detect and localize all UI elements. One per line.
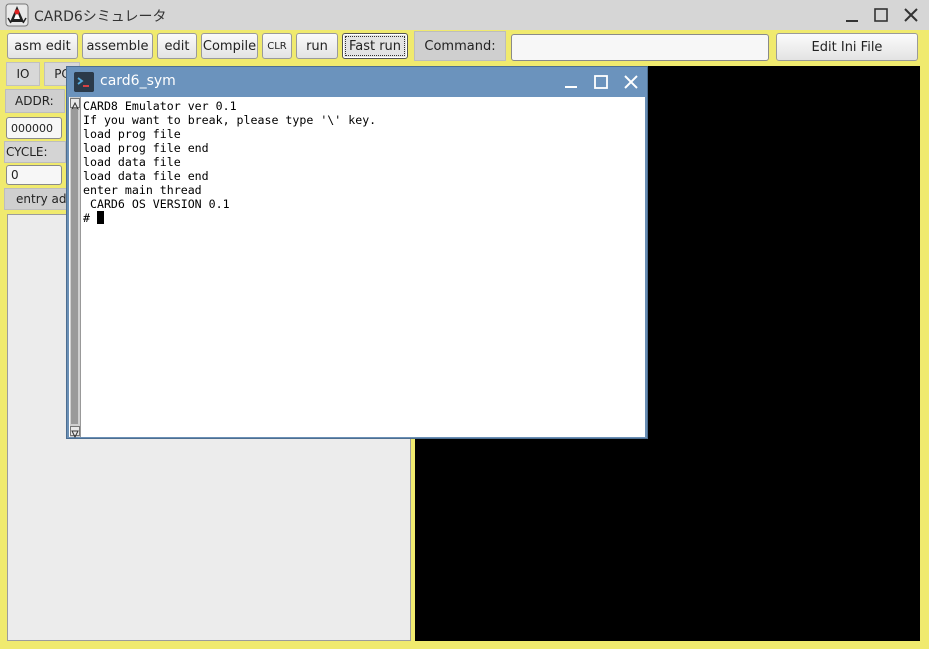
terminal-prompt-line[interactable]: # [83,211,376,225]
terminal-close-icon[interactable] [621,72,641,92]
window-title: CARD6シミュレータ [34,9,167,25]
terminal-window[interactable]: card6_sym CARD8 Emulator ver 0.1 If you w… [66,66,648,439]
scrollbar-thumb[interactable] [71,109,78,424]
assemble-button[interactable]: assemble [82,33,153,59]
command-input[interactable] [511,34,769,61]
scroll-up-icon[interactable] [70,98,80,110]
asm-edit-button[interactable]: asm edit [7,33,78,59]
clr-button[interactable]: CLR [262,33,292,59]
terminal-line: load prog file end [83,141,209,155]
scroll-down-icon[interactable] [70,426,80,439]
terminal-title: card6_sym [100,73,176,89]
terminal-maximize-icon[interactable] [591,72,611,92]
terminal-line: If you want to break, please type '\' ke… [83,113,377,127]
java-duke-icon [5,3,29,27]
terminal-line: load prog file [83,127,181,141]
compile-button[interactable]: Compile [201,33,258,59]
terminal-body[interactable]: CARD8 Emulator ver 0.1 If you want to bre… [69,97,645,439]
terminal-minimize-icon[interactable] [561,72,581,92]
terminal-line: CARD6 OS VERSION 0.1 [83,197,230,211]
text-cursor [96,211,104,224]
terminal-scrollbar[interactable] [70,97,81,439]
terminal-line: enter main thread [83,183,202,197]
entry-address-label: entry ad [4,188,68,210]
cycle-field[interactable]: 0 [6,165,62,185]
terminal-line: load data file [83,155,181,169]
terminal-prompt: # [83,211,97,225]
terminal-output: CARD8 Emulator ver 0.1 If you want to bre… [83,99,376,225]
addr-field[interactable]: 000000 [6,117,62,139]
addr-label: ADDR: [5,89,65,113]
tab-io[interactable]: IO [6,62,40,86]
terminal-line: CARD8 Emulator ver 0.1 [83,99,237,113]
fast-run-button[interactable]: Fast run [342,33,408,59]
edit-button[interactable]: edit [157,33,197,59]
terminal-icon [74,72,94,92]
minimize-icon[interactable] [842,5,862,25]
terminal-line: load data file end [83,169,209,183]
title-bar: CARD6シミュレータ [0,0,929,31]
terminal-title-bar[interactable]: card6_sym [67,67,647,97]
close-icon[interactable] [901,5,921,25]
command-label: Command: [414,31,506,61]
edit-ini-button[interactable]: Edit Ini File [776,33,918,61]
maximize-icon[interactable] [871,5,891,25]
run-button[interactable]: run [296,33,338,59]
cycle-label: CYCLE: [4,141,66,163]
